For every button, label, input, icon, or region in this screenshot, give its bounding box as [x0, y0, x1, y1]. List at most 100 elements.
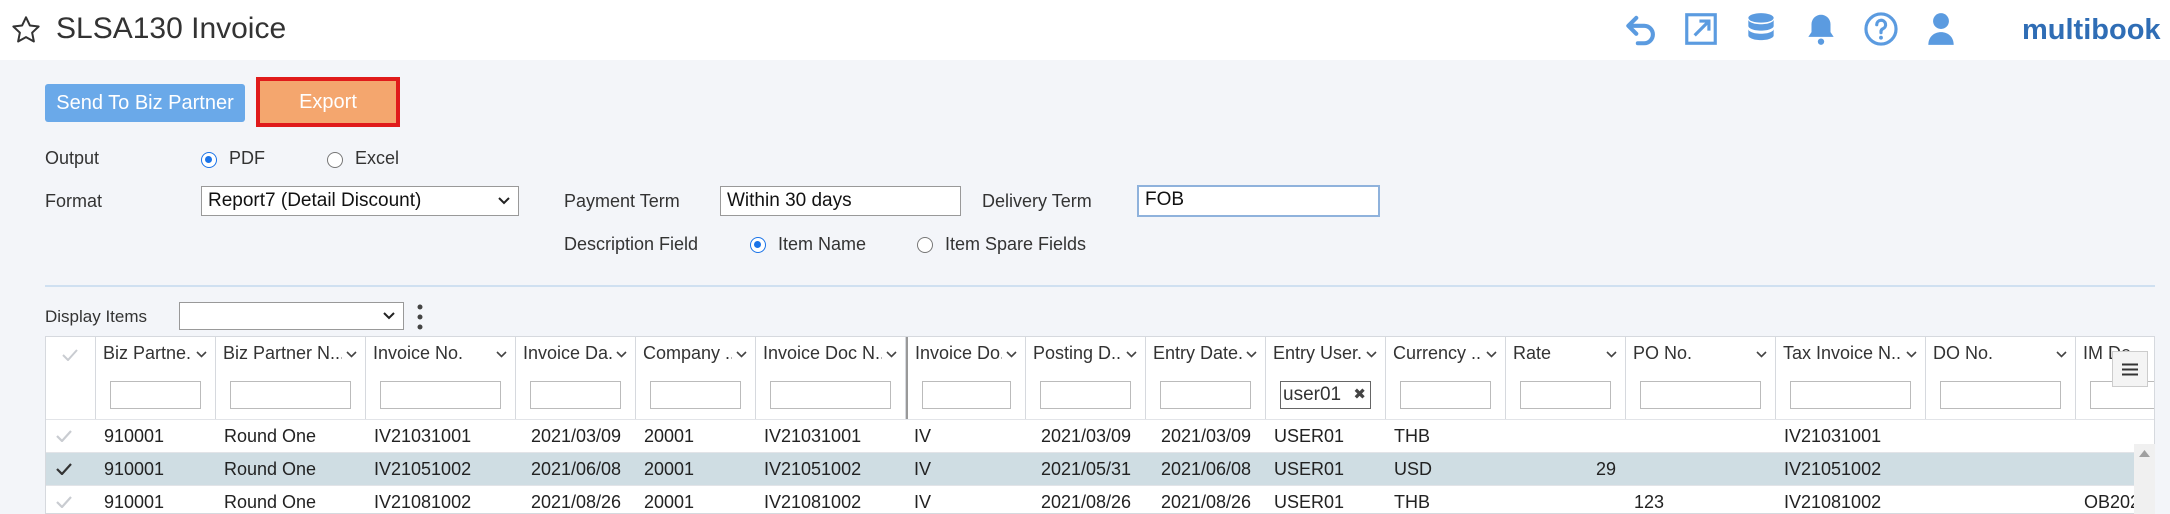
output-pdf-radio[interactable]: [201, 152, 217, 168]
chevron-down-icon[interactable]: [1246, 351, 1257, 358]
output-excel-label: Excel: [355, 148, 400, 168]
chevron-down-icon[interactable]: [1366, 351, 1377, 358]
cell-biz-partner-name: Round One: [224, 426, 317, 446]
column-header-invoice-doc-type[interactable]: Invoice Do...: [906, 337, 1026, 419]
filter-input-invoice-doc-type[interactable]: [922, 381, 1011, 409]
column-header-label: DO No.: [1933, 343, 1994, 363]
format-select-value: Report7 (Detail Discount): [208, 190, 422, 211]
description-item-spare-radio[interactable]: [917, 237, 933, 253]
help-icon[interactable]: [1862, 10, 1900, 48]
chevron-down-icon[interactable]: [1906, 351, 1917, 358]
column-header-po-no[interactable]: PO No.: [1626, 337, 1776, 419]
cell-do-no: [1926, 420, 2076, 453]
table-row[interactable]: 910001 Round One IV21051002 2021/06/08 20001…: [46, 452, 2154, 485]
export-button[interactable]: Export: [256, 77, 400, 127]
filter-input-rate[interactable]: [1520, 381, 1611, 409]
column-header-company[interactable]: Company ...: [636, 337, 756, 419]
chevron-down-icon[interactable]: [1126, 351, 1137, 358]
chevron-down-icon[interactable]: [1756, 351, 1767, 358]
delivery-term-input[interactable]: FOB: [1137, 185, 1380, 217]
cell-entry-date: 2021/08/26: [1160, 492, 1252, 512]
chevron-down-icon[interactable]: [346, 351, 357, 358]
cell-company: 20001: [644, 459, 695, 479]
popout-icon[interactable]: [1682, 10, 1720, 48]
column-header-tax-invoice-no[interactable]: Tax Invoice N...: [1776, 337, 1926, 419]
filter-input-do-no[interactable]: [1940, 381, 2061, 409]
chevron-down-icon[interactable]: [736, 351, 747, 358]
row-check-icon[interactable]: [56, 463, 72, 475]
cell-biz-partner-code: 910001: [104, 426, 165, 446]
chevron-down-icon[interactable]: [2056, 351, 2067, 358]
cell-invoice-date: 2021/06/08: [530, 459, 622, 479]
select-all-header[interactable]: [46, 337, 96, 419]
check-icon: [62, 349, 78, 361]
format-select[interactable]: Report7 (Detail Discount): [201, 186, 519, 216]
cell-invoice-no: IV21051002: [374, 459, 472, 479]
chevron-down-icon[interactable]: [496, 351, 507, 358]
filter-input-company[interactable]: [650, 381, 741, 409]
filter-input-posting-date[interactable]: [1040, 381, 1131, 409]
scroll-up-icon[interactable]: [2139, 450, 2150, 457]
chevron-down-icon[interactable]: [1486, 351, 1497, 358]
cell-entry-user: USER01: [1274, 492, 1345, 512]
column-header-invoice-doc-no[interactable]: Invoice Doc N...: [756, 337, 906, 419]
column-menu-button[interactable]: [2112, 351, 2148, 387]
cell-invoice-date: 2021/08/26: [530, 492, 622, 512]
cell-currency: USD: [1394, 459, 1433, 479]
bell-icon[interactable]: [1802, 10, 1840, 48]
column-header-label: Entry Date...: [1153, 343, 1242, 363]
filter-input-biz-partner-name[interactable]: [230, 381, 351, 409]
column-header-rate[interactable]: Rate: [1506, 337, 1626, 419]
row-check-icon[interactable]: [56, 496, 72, 508]
description-item-name-radio[interactable]: [750, 237, 766, 253]
filter-input-entry-date[interactable]: [1160, 381, 1251, 409]
table-row[interactable]: 910001 Round One IV21081002 2021/08/26 20001…: [46, 485, 2154, 513]
cell-tax-invoice-no: IV21051002: [1784, 459, 1882, 479]
cell-invoice-doc-no: IV21031001: [764, 426, 862, 446]
chevron-down-icon[interactable]: [616, 351, 627, 358]
column-header-label: Tax Invoice N...: [1783, 343, 1902, 363]
column-header-currency[interactable]: Currency ...: [1386, 337, 1506, 419]
invoice-grid: Biz Partne... Biz Partner N... Invoice No.…: [45, 336, 2155, 514]
column-header-entry-date[interactable]: Entry Date...: [1146, 337, 1266, 419]
column-header-biz-partner-code[interactable]: Biz Partne...: [96, 337, 216, 419]
filter-input-invoice-no[interactable]: [380, 381, 501, 409]
format-label: Format: [45, 191, 103, 211]
filter-input-po-no[interactable]: [1640, 381, 1761, 409]
chevron-down-icon[interactable]: [196, 351, 207, 358]
filter-input-biz-partner-code[interactable]: [110, 381, 201, 409]
database-icon[interactable]: [1742, 10, 1780, 48]
description-item-name-label: Item Name: [778, 234, 867, 254]
cell-po-no: 123: [1634, 492, 1665, 512]
column-header-invoice-date[interactable]: Invoice Da...: [516, 337, 636, 419]
send-to-biz-partner-button[interactable]: Send To Biz Partner: [45, 84, 245, 122]
undo-icon[interactable]: [1622, 10, 1660, 48]
filter-input-currency[interactable]: [1400, 381, 1491, 409]
chevron-down-icon[interactable]: [1606, 351, 1617, 358]
column-header-posting-date[interactable]: Posting D...: [1026, 337, 1146, 419]
display-items-select[interactable]: [179, 302, 404, 330]
filter-input-invoice-doc-no[interactable]: [770, 381, 891, 409]
chevron-down-icon[interactable]: [886, 351, 897, 358]
row-check-icon[interactable]: [56, 430, 72, 442]
chevron-down-icon: [383, 312, 395, 320]
user-icon[interactable]: [1922, 10, 1960, 48]
entry-user-filter-value: user01: [1283, 384, 1342, 405]
output-pdf-label: PDF: [229, 148, 265, 168]
clear-filter-icon[interactable]: ✖: [1353, 382, 1366, 408]
chevron-down-icon[interactable]: [1006, 351, 1017, 358]
delivery-term-label: Delivery Term: [982, 191, 1092, 211]
column-header-do-no[interactable]: DO No.: [1926, 337, 2076, 419]
column-header-invoice-no[interactable]: Invoice No.: [366, 337, 516, 419]
grid-vertical-scrollbar[interactable]: [2134, 444, 2155, 514]
table-row[interactable]: 910001 Round One IV21031001 2021/03/09 20001…: [46, 419, 2154, 453]
favorite-star-icon[interactable]: [10, 14, 42, 46]
filter-input-tax-invoice-no[interactable]: [1790, 381, 1911, 409]
filter-input-invoice-date[interactable]: [530, 381, 621, 409]
filter-input-entry-user[interactable]: user01 ✖: [1280, 381, 1371, 409]
payment-term-input[interactable]: Within 30 days: [720, 186, 961, 216]
column-header-biz-partner-name[interactable]: Biz Partner N...: [216, 337, 366, 419]
output-excel-radio[interactable]: [327, 152, 343, 168]
column-header-entry-user[interactable]: Entry User... user01 ✖: [1266, 337, 1386, 419]
more-vertical-icon[interactable]: [414, 303, 426, 331]
